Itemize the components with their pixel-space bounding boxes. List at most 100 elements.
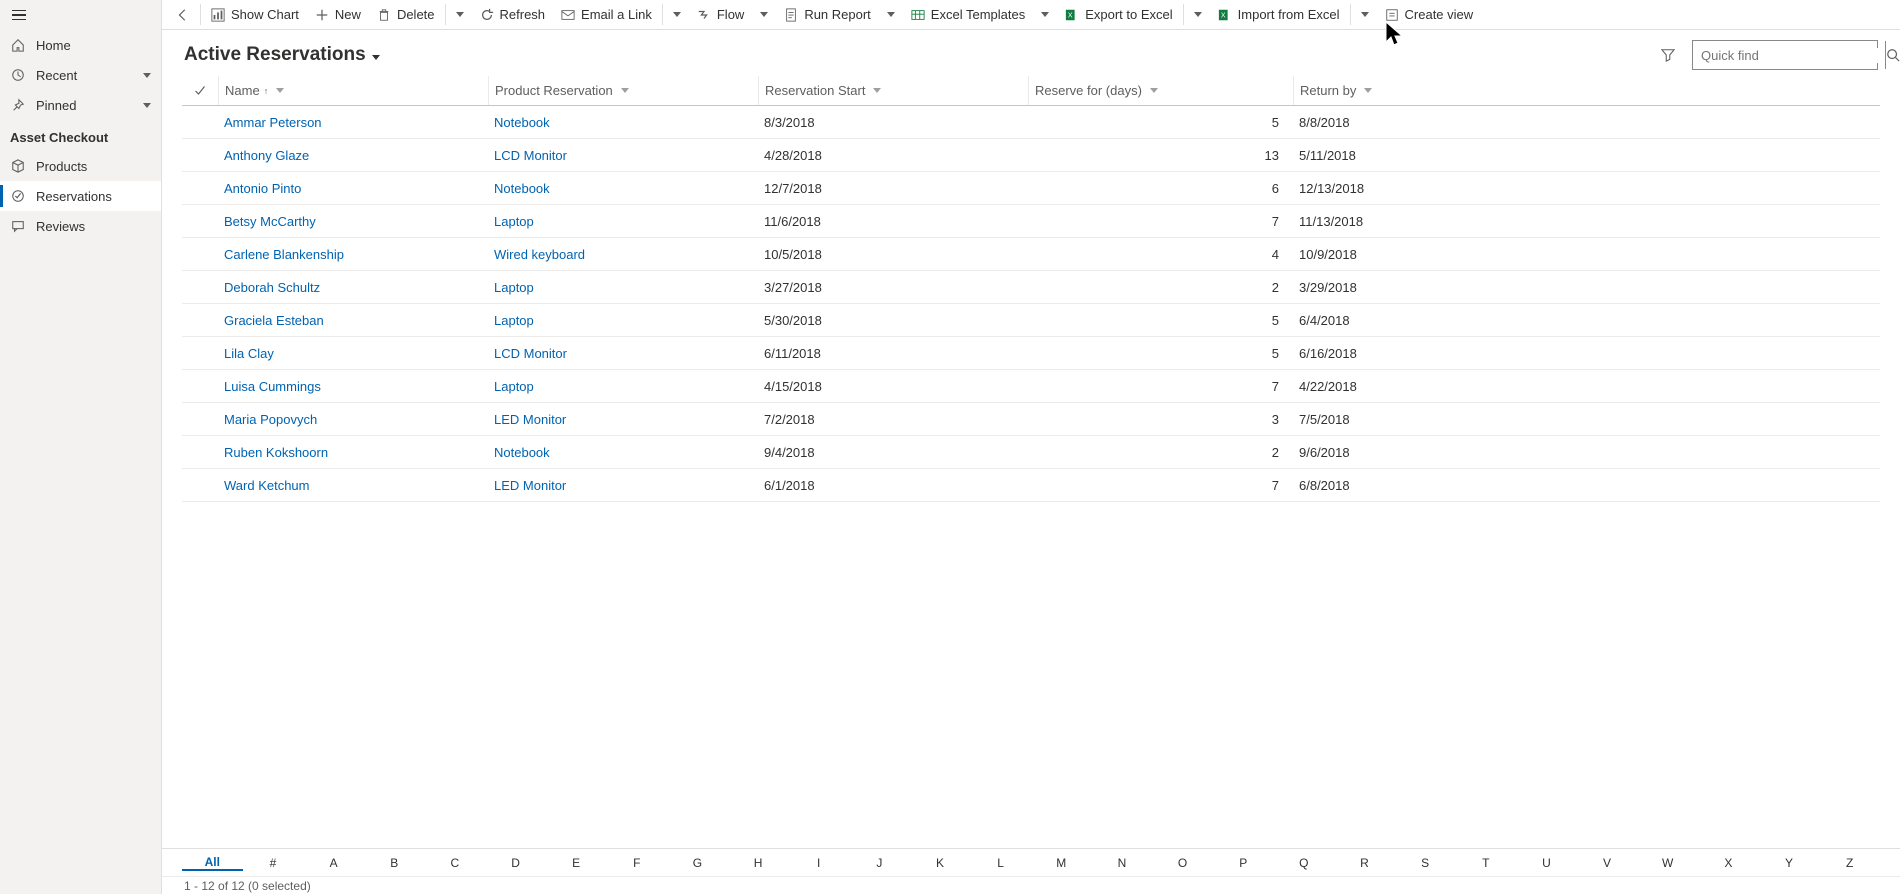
alpha-filter-d[interactable]: D xyxy=(485,856,546,870)
email-link-button[interactable]: Email a Link xyxy=(553,0,660,29)
col-header-days[interactable]: Reserve for (days) xyxy=(1028,76,1293,105)
select-all-checkbox[interactable] xyxy=(182,76,218,105)
email-dropdown[interactable] xyxy=(665,0,689,29)
quickfind-input[interactable] xyxy=(1693,48,1885,63)
excel-templates-button[interactable]: Excel Templates xyxy=(903,0,1033,29)
cell-product[interactable]: Notebook xyxy=(488,181,758,196)
col-header-product[interactable]: Product Reservation xyxy=(488,76,758,105)
alpha-filter-all[interactable]: All xyxy=(182,855,243,871)
table-row[interactable]: Maria PopovychLED Monitor7/2/201837/5/20… xyxy=(182,403,1880,436)
alpha-filter-c[interactable]: C xyxy=(425,856,486,870)
table-row[interactable]: Deborah SchultzLaptop3/27/201823/29/2018 xyxy=(182,271,1880,304)
view-selector[interactable]: Active Reservations xyxy=(184,44,380,66)
cell-product[interactable]: LED Monitor xyxy=(488,478,758,493)
create-view-button[interactable]: Create view xyxy=(1377,0,1482,29)
cell-product[interactable]: LCD Monitor xyxy=(488,148,758,163)
alpha-filter-x[interactable]: X xyxy=(1698,856,1759,870)
alpha-filter-#[interactable]: # xyxy=(243,856,304,870)
hamburger-menu-button[interactable] xyxy=(12,5,32,25)
sidebar-item-products[interactable]: Products xyxy=(0,151,161,181)
alpha-filter-y[interactable]: Y xyxy=(1759,856,1820,870)
cell-name[interactable]: Antonio Pinto xyxy=(218,181,488,196)
show-chart-button[interactable]: Show Chart xyxy=(203,0,307,29)
flow-button[interactable]: Flow xyxy=(689,0,752,29)
alpha-filter-j[interactable]: J xyxy=(849,856,910,870)
table-row[interactable]: Luisa CummingsLaptop4/15/201874/22/2018 xyxy=(182,370,1880,403)
alpha-filter-z[interactable]: Z xyxy=(1819,856,1880,870)
col-header-return[interactable]: Return by xyxy=(1293,76,1493,105)
table-row[interactable]: Ammar PetersonNotebook8/3/201858/8/2018 xyxy=(182,106,1880,139)
cell-name[interactable]: Luisa Cummings xyxy=(218,379,488,394)
cell-product[interactable]: Wired keyboard xyxy=(488,247,758,262)
cell-product[interactable]: LED Monitor xyxy=(488,412,758,427)
alpha-filter-g[interactable]: G xyxy=(667,856,728,870)
run-report-dropdown[interactable] xyxy=(879,0,903,29)
table-row[interactable]: Antonio PintoNotebook12/7/2018612/13/201… xyxy=(182,172,1880,205)
alpha-filter-v[interactable]: V xyxy=(1577,856,1638,870)
sidebar-item-reservations[interactable]: Reservations xyxy=(0,181,161,211)
alpha-filter-w[interactable]: W xyxy=(1637,856,1698,870)
alpha-filter-u[interactable]: U xyxy=(1516,856,1577,870)
new-button[interactable]: New xyxy=(307,0,369,29)
alpha-filter-b[interactable]: B xyxy=(364,856,425,870)
alpha-filter-r[interactable]: R xyxy=(1334,856,1395,870)
quickfind-search-button[interactable] xyxy=(1885,41,1900,69)
cell-name[interactable]: Anthony Glaze xyxy=(218,148,488,163)
cell-product[interactable]: LCD Monitor xyxy=(488,346,758,361)
delete-dropdown[interactable] xyxy=(448,0,472,29)
import-excel-button[interactable]: X Import from Excel xyxy=(1210,0,1348,29)
cell-name[interactable]: Betsy McCarthy xyxy=(218,214,488,229)
cell-name[interactable]: Ward Ketchum xyxy=(218,478,488,493)
cell-product[interactable]: Laptop xyxy=(488,379,758,394)
alpha-filter-k[interactable]: K xyxy=(910,856,971,870)
alpha-filter-s[interactable]: S xyxy=(1395,856,1456,870)
filter-button[interactable] xyxy=(1654,41,1682,69)
alpha-filter-h[interactable]: H xyxy=(728,856,789,870)
cell-name[interactable]: Deborah Schultz xyxy=(218,280,488,295)
alpha-filter-f[interactable]: F xyxy=(606,856,667,870)
cell-product[interactable]: Laptop xyxy=(488,313,758,328)
cell-product[interactable]: Laptop xyxy=(488,214,758,229)
sidebar-item-pinned[interactable]: Pinned xyxy=(0,90,161,120)
alpha-filter-q[interactable]: Q xyxy=(1274,856,1335,870)
table-row[interactable]: Ward KetchumLED Monitor6/1/201876/8/2018 xyxy=(182,469,1880,502)
cell-name[interactable]: Carlene Blankenship xyxy=(218,247,488,262)
back-button[interactable] xyxy=(168,0,198,29)
cell-name[interactable]: Ammar Peterson xyxy=(218,115,488,130)
cell-product[interactable]: Laptop xyxy=(488,280,758,295)
alpha-filter-p[interactable]: P xyxy=(1213,856,1274,870)
alpha-filter-o[interactable]: O xyxy=(1152,856,1213,870)
table-row[interactable]: Graciela EstebanLaptop5/30/201856/4/2018 xyxy=(182,304,1880,337)
sidebar-item-reviews[interactable]: Reviews xyxy=(0,211,161,241)
sidebar-item-recent[interactable]: Recent xyxy=(0,60,161,90)
alpha-filter-m[interactable]: M xyxy=(1031,856,1092,870)
cell-product[interactable]: Notebook xyxy=(488,115,758,130)
alpha-filter-l[interactable]: L xyxy=(970,856,1031,870)
export-excel-button[interactable]: X Export to Excel xyxy=(1057,0,1180,29)
cell-name[interactable]: Maria Popovych xyxy=(218,412,488,427)
table-row[interactable]: Betsy McCarthyLaptop11/6/2018711/13/2018 xyxy=(182,205,1880,238)
table-row[interactable]: Lila ClayLCD Monitor6/11/201856/16/2018 xyxy=(182,337,1880,370)
table-row[interactable]: Carlene BlankenshipWired keyboard10/5/20… xyxy=(182,238,1880,271)
alpha-filter-t[interactable]: T xyxy=(1455,856,1516,870)
export-excel-dropdown[interactable] xyxy=(1186,0,1210,29)
refresh-button[interactable]: Refresh xyxy=(472,0,554,29)
cell-name[interactable]: Lila Clay xyxy=(218,346,488,361)
excel-templates-dropdown[interactable] xyxy=(1033,0,1057,29)
alpha-filter-n[interactable]: N xyxy=(1092,856,1153,870)
cell-name[interactable]: Ruben Kokshoorn xyxy=(218,445,488,460)
col-header-start[interactable]: Reservation Start xyxy=(758,76,1028,105)
delete-button[interactable]: Delete xyxy=(369,0,443,29)
col-header-name[interactable]: Name ↑ xyxy=(218,76,488,105)
cell-name[interactable]: Graciela Esteban xyxy=(218,313,488,328)
alpha-filter-i[interactable]: I xyxy=(788,856,849,870)
alpha-filter-e[interactable]: E xyxy=(546,856,607,870)
table-row[interactable]: Ruben KokshoornNotebook9/4/201829/6/2018 xyxy=(182,436,1880,469)
flow-dropdown[interactable] xyxy=(752,0,776,29)
table-row[interactable]: Anthony GlazeLCD Monitor4/28/2018135/11/… xyxy=(182,139,1880,172)
cell-product[interactable]: Notebook xyxy=(488,445,758,460)
alpha-filter-a[interactable]: A xyxy=(303,856,364,870)
sidebar-item-home[interactable]: Home xyxy=(0,30,161,60)
import-excel-dropdown[interactable] xyxy=(1353,0,1377,29)
run-report-button[interactable]: Run Report xyxy=(776,0,878,29)
